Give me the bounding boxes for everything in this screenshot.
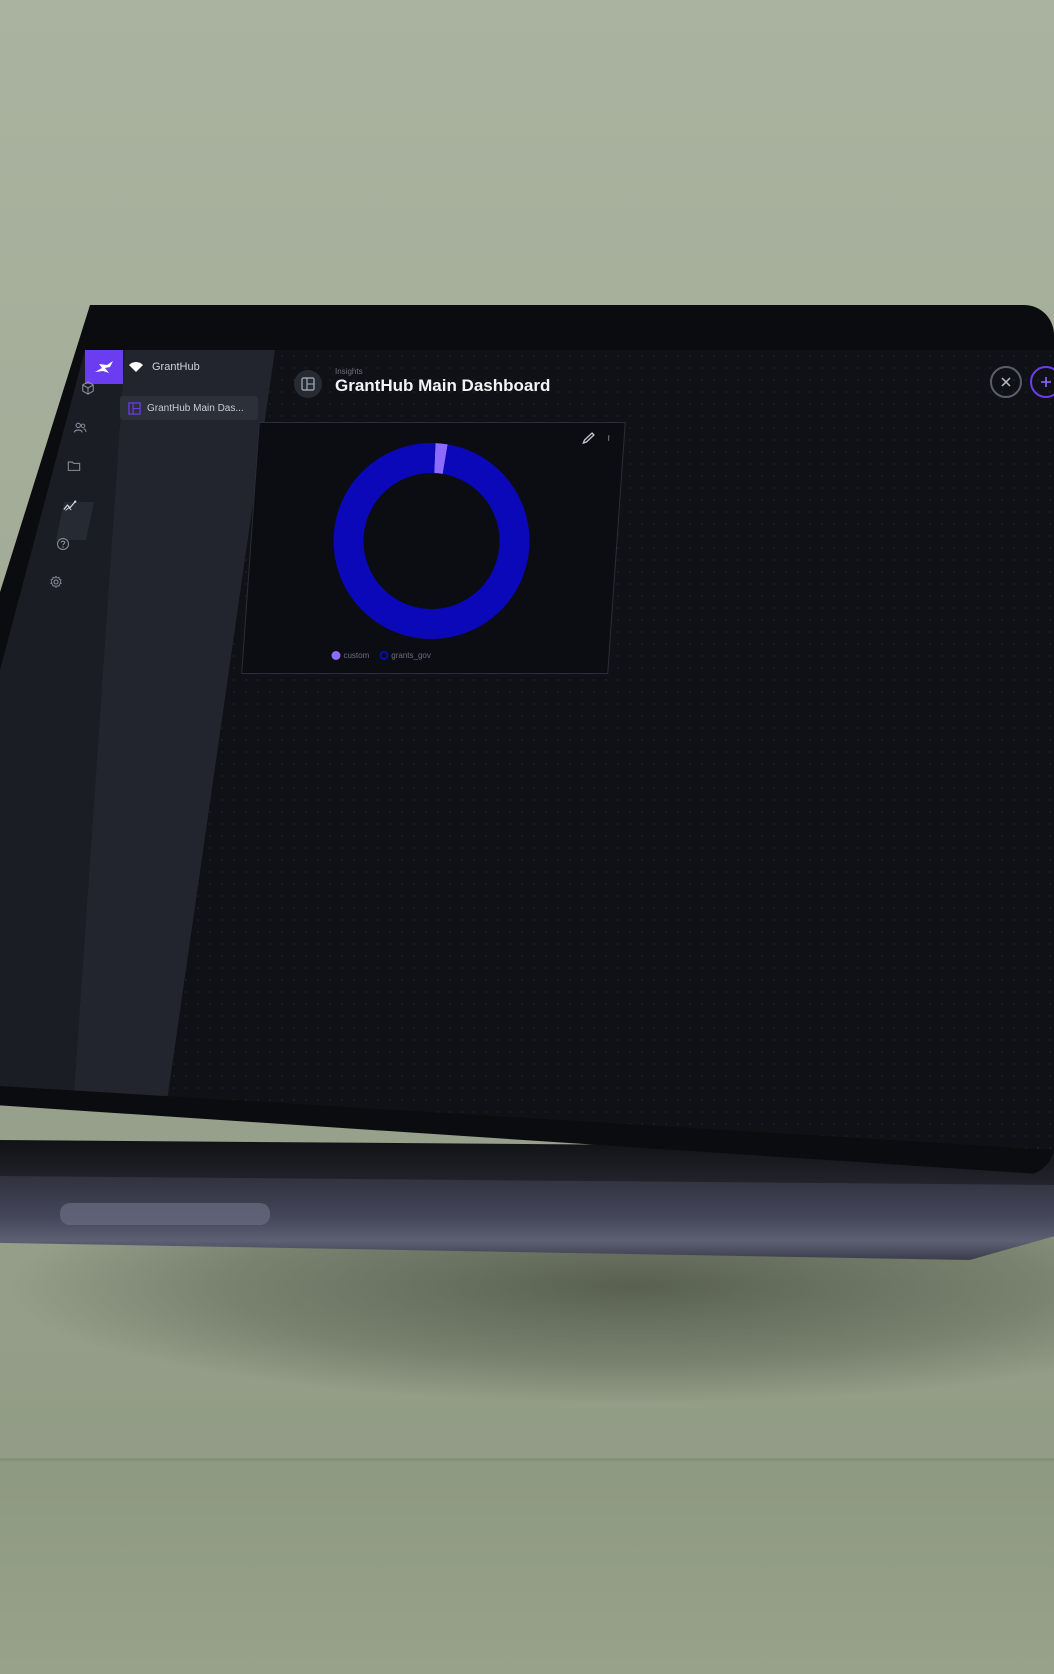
screen: GrantHub GrantHub Main Das... Insights G… [0,350,1054,1150]
layout-icon [301,377,315,391]
insights-icon[interactable] [62,498,78,514]
close-icon [1001,377,1011,387]
legend-swatch [331,651,341,660]
nav-item-label: GrantHub Main Das... [147,402,244,414]
workspace-selector[interactable]: GrantHub [128,354,268,380]
logo-mark-icon [95,361,113,373]
breadcrumb[interactable]: Insights [335,367,363,376]
page-header: Insights GrantHub Main Dashboard [290,350,1054,400]
laptop-base-lip [60,1203,270,1225]
workspace-name: GrantHub [152,361,200,373]
logo-icon[interactable] [85,350,123,384]
widget-toolbar [581,431,612,445]
help-icon[interactable] [55,536,71,552]
legend-label: grants_gov [391,651,431,660]
more-options-icon[interactable] [605,431,612,445]
dashboard-icon [128,401,141,415]
legend-item-grants_gov[interactable]: grants_gov [379,651,431,660]
edit-icon[interactable] [581,431,596,445]
folder-icon[interactable] [66,458,82,474]
nav-item-dashboard[interactable]: GrantHub Main Das... [120,396,258,420]
legend-label: custom [343,651,370,660]
plus-icon [1041,377,1051,387]
close-button[interactable] [990,366,1022,398]
chart-widget[interactable]: custom grants_gov [241,422,626,674]
add-widget-button[interactable] [1030,366,1054,398]
settings-icon[interactable] [48,574,64,590]
legend-item-custom[interactable]: custom [331,651,369,660]
chart-legend: custom grants_gov [331,651,431,660]
laptop-shadow [0,1235,1054,1405]
users-icon[interactable] [72,420,88,436]
donut-slice-grants_gov[interactable] [333,442,530,639]
legend-swatch [379,651,389,660]
cube-icon[interactable] [80,380,96,396]
background-seam [0,1458,1054,1461]
page-title: GrantHub Main Dashboard [335,376,551,395]
workspace-icon [129,362,143,372]
dashboard-toggle-button[interactable] [294,370,322,398]
donut-chart [333,442,530,639]
background-lower [0,1461,1054,1674]
